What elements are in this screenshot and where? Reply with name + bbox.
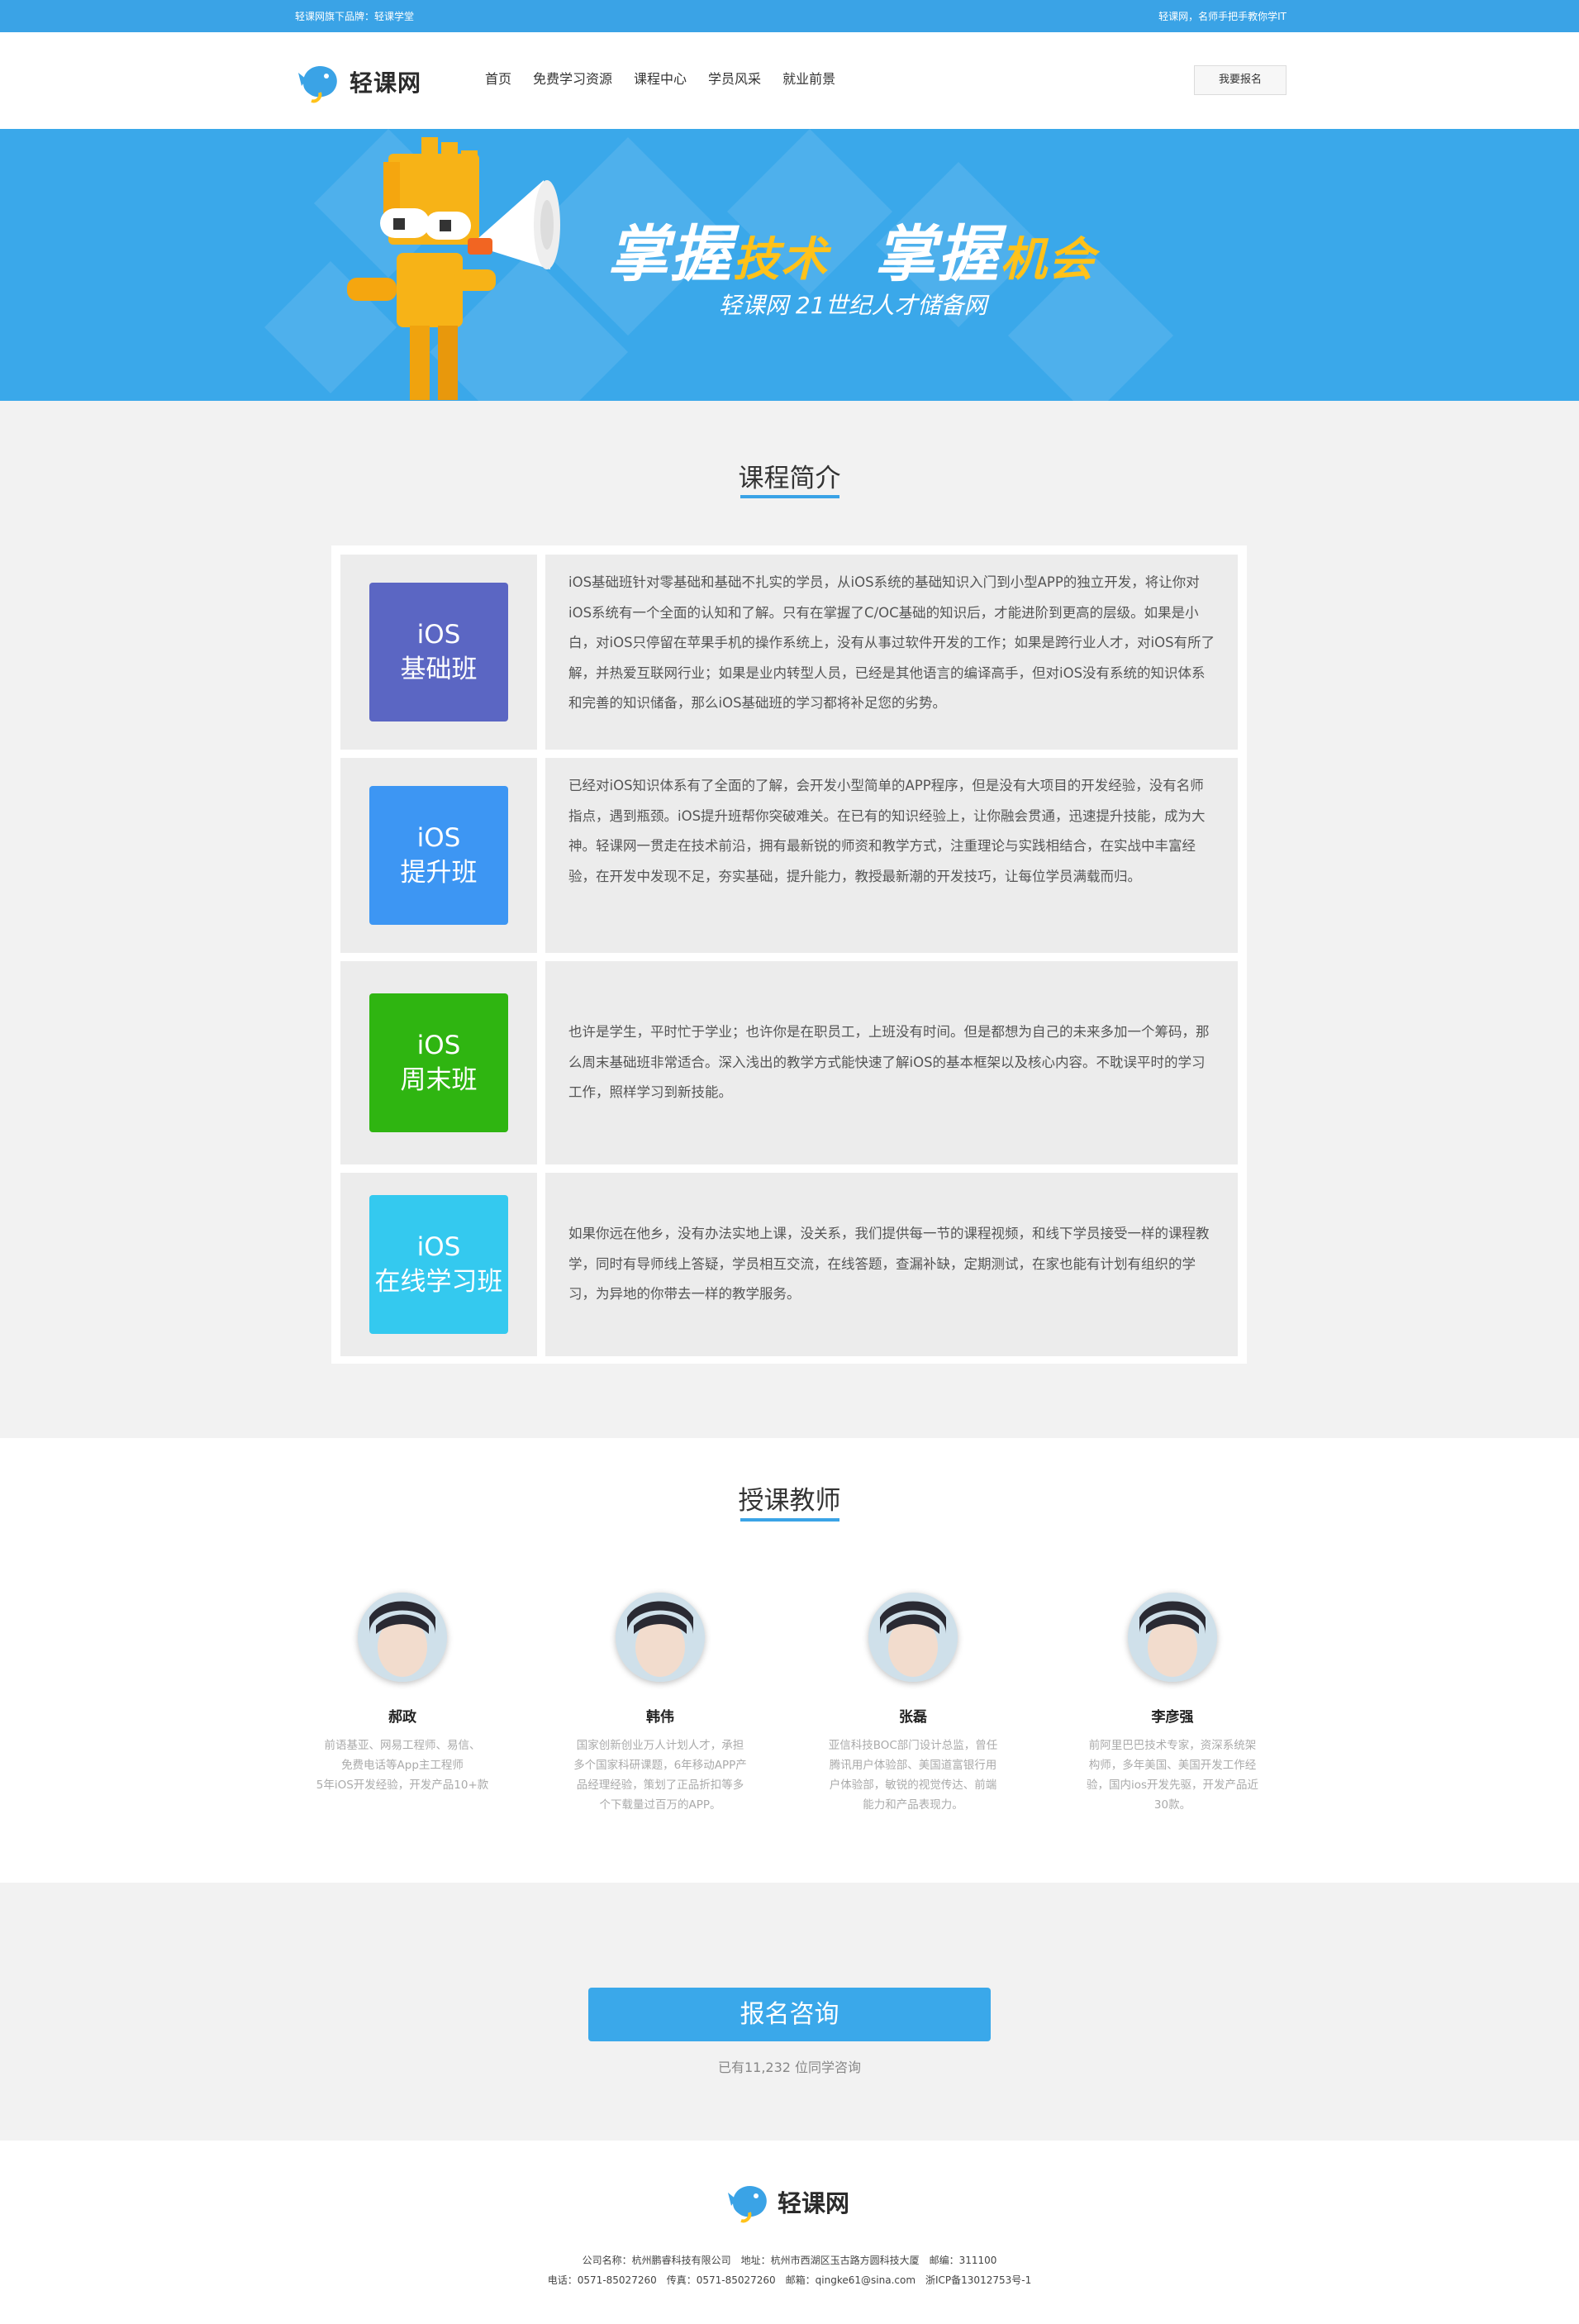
teacher-bio-line: 构师，多年美国、美国开发工作经 — [1088, 1759, 1257, 1772]
teacher-avatar — [616, 1593, 705, 1682]
teacher-bio: 国家创新创业万人计划人才，承担 多个国家科研课题，6年移动APP产 品经理经验，… — [561, 1736, 759, 1815]
teacher-bio-line: 5年iOS开发经验，开发产品10+款 — [316, 1779, 489, 1792]
site-header: 轻课网 首页 免费学习资源 课程中心 学员风采 就业前景 我要报名 — [0, 32, 1579, 129]
course-row: iOS 在线学习班 如果你远在他乡，没有办法实地上课，没关系，我们提供每一节的课… — [340, 1173, 1238, 1356]
course-badge-weekend[interactable]: iOS 周末班 — [369, 993, 508, 1132]
slogan-part-4: 机会 — [1000, 233, 1096, 287]
teachers-title: 授课教师 — [738, 1486, 841, 1516]
teacher-bio-line: 验，国内ios开发先驱，开发产品近 — [1086, 1779, 1259, 1792]
site-footer: 轻课网 公司名称：杭州鹏睿科技有限公司 地址：杭州市西湖区玉古路方圆科技大厦 邮… — [0, 2141, 1579, 2324]
course-badge-cell: iOS 在线学习班 — [340, 1173, 537, 1356]
course-badge-line1: iOS — [416, 823, 461, 853]
nav-item-free-resources[interactable]: 免费学习资源 — [533, 68, 612, 88]
course-badge-line2: 周末班 — [400, 1065, 478, 1095]
banner-subtitle: 轻课网 21世纪人才储备网 — [719, 292, 987, 319]
course-badge-cell: iOS 提升班 — [340, 758, 537, 953]
topbar-slogan-text: 轻课网，名师手把手教你学IT — [1158, 11, 1287, 22]
site-logo[interactable]: 轻课网 — [295, 55, 421, 108]
slogan-part-3: 掌握 — [874, 219, 1001, 290]
teacher-bio: 亚信科技BOC部门设计总监，曾任 腾讯用户体验部、美国道富银行用 户体验部，敏锐… — [814, 1736, 1012, 1815]
teacher-card[interactable]: 郝政 前语基亚、网易工程师、易信、 免费电话等App主工程师 5年iOS开发经验… — [303, 1593, 502, 1795]
course-desc-cell: iOS基础班针对零基础和基础不扎实的学员，从iOS系统的基础知识入门到小型APP… — [545, 555, 1238, 750]
course-row: iOS 提升班 已经对iOS知识体系有了全面的了解，会开发小型简单的APP程序，… — [340, 758, 1238, 953]
nav-item-courses[interactable]: 课程中心 — [634, 68, 687, 88]
course-badge-line2: 基础班 — [400, 655, 478, 684]
whale-logo-icon — [298, 66, 337, 103]
teacher-bio: 前语基亚、网易工程师、易信、 免费电话等App主工程师 5年iOS开发经验，开发… — [303, 1736, 502, 1795]
course-description: 如果你远在他乡，没有办法实地上课，没关系，我们提供每一节的课程视频，和线下学员接… — [568, 1226, 1210, 1302]
teacher-avatar — [868, 1593, 958, 1682]
teachers-section: 授课教师 郝政 前语基亚、网易工程师、易信、 免费电话等App主工程师 5年iO… — [0, 1438, 1579, 1883]
footer-company-info: 公司名称：杭州鹏睿科技有限公司 地址：杭州市西湖区玉古路方圆科技大厦 邮编：31… — [582, 2255, 997, 2266]
teacher-name: 郝政 — [388, 1709, 416, 1726]
teacher-bio-line: 亚信科技BOC部门设计总监，曾任 — [828, 1739, 998, 1752]
consult-button[interactable]: 报名咨询 — [588, 1988, 991, 2041]
nav-item-home[interactable]: 首页 — [485, 68, 511, 88]
course-badge-cell: iOS 基础班 — [340, 555, 537, 750]
teacher-bio: 前阿里巴巴技术专家，资深系统架 构师，多年美国、美国开发工作经 验，国内ios开… — [1073, 1736, 1272, 1815]
teachers-underline — [740, 1518, 839, 1522]
logo-text: 轻课网 — [350, 69, 422, 97]
slogan-part-1: 掌握 — [607, 219, 733, 290]
course-row: iOS 基础班 iOS基础班针对零基础和基础不扎实的学员，从iOS系统的基础知识… — [340, 555, 1238, 750]
teacher-bio-line: 腾讯用户体验部、美国道富银行用 — [829, 1759, 997, 1772]
course-badge-line2: 提升班 — [400, 858, 478, 888]
teacher-name: 张磊 — [899, 1709, 927, 1726]
course-description: iOS基础班针对零基础和基础不扎实的学员，从iOS系统的基础知识入门到小型APP… — [568, 574, 1215, 711]
teacher-bio-line: 多个国家科研课题，6年移动APP产 — [573, 1759, 747, 1772]
footer-logo-text: 轻课网 — [778, 2189, 850, 2217]
course-badge-basic[interactable]: iOS 基础班 — [369, 583, 508, 721]
course-desc-cell: 如果你远在他乡，没有办法实地上课，没关系，我们提供每一节的课程视频，和线下学员接… — [545, 1173, 1238, 1356]
course-description: 也许是学生，平时忙于学业；也许你是在职员工，上班没有时间。但是都想为自己的未来多… — [568, 1024, 1210, 1100]
footer-contact-info: 电话：0571-85027260 传真：0571-85027260 邮箱：qin… — [547, 2274, 1032, 2286]
consult-section: 报名咨询 已有11,232 位同学咨询 — [0, 1883, 1579, 2141]
whale-logo-icon — [728, 2186, 767, 2223]
course-intro-underline — [740, 495, 839, 498]
teacher-avatar — [358, 1593, 447, 1682]
course-badge-cell: iOS 周末班 — [340, 961, 537, 1164]
teacher-bio-line: 能力和产品表现力。 — [863, 1798, 963, 1812]
course-badge-line1: iOS — [416, 1232, 461, 1262]
mascot-illustration — [347, 137, 560, 400]
course-badge-line1: iOS — [416, 620, 461, 650]
nav-item-students[interactable]: 学员风采 — [708, 68, 761, 88]
teacher-card[interactable]: 张磊 亚信科技BOC部门设计总监，曾任 腾讯用户体验部、美国道富银行用 户体验部… — [814, 1593, 1012, 1815]
course-desc-cell: 也许是学生，平时忙于学业；也许你是在职员工，上班没有时间。但是都想为自己的未来多… — [545, 961, 1238, 1164]
teacher-card[interactable]: 李彦强 前阿里巴巴技术专家，资深系统架 构师，多年美国、美国开发工作经 验，国内… — [1073, 1593, 1272, 1815]
course-badge-online[interactable]: iOS 在线学习班 — [369, 1195, 508, 1334]
topbar-brand-text: 轻课网旗下品牌：轻课学堂 — [295, 11, 415, 22]
teacher-bio-line: 前语基亚、网易工程师、易信、 — [324, 1739, 481, 1752]
teacher-bio-line: 户体验部，敏锐的视觉传达、前端 — [829, 1779, 997, 1792]
main-nav: 首页 免费学习资源 课程中心 学员风采 就业前景 — [485, 68, 857, 88]
banner-slogan: 掌握技术 掌握机会 — [607, 205, 1096, 293]
teacher-name: 李彦强 — [1151, 1709, 1194, 1726]
slogan-part-2: 技术 — [733, 233, 829, 287]
teacher-bio-line: 免费电话等App主工程师 — [341, 1759, 464, 1772]
course-badge-line1: iOS — [416, 1031, 461, 1060]
footer-logo[interactable]: 轻课网 — [725, 2178, 849, 2226]
teacher-bio-line: 前阿里巴巴技术专家，资深系统架 — [1088, 1739, 1257, 1752]
enroll-button[interactable]: 我要报名 — [1194, 65, 1287, 95]
consult-count-note: 已有11,232 位同学咨询 — [717, 2060, 862, 2075]
teacher-avatar — [1128, 1593, 1217, 1682]
course-intro-section: 课程简介 iOS 基础班 iOS基础班针对零基础和基础不扎实的学员，从iOS系统… — [0, 401, 1579, 1438]
course-row: iOS 周末班 也许是学生，平时忙于学业；也许你是在职员工，上班没有时间。但是都… — [340, 961, 1238, 1164]
teacher-bio-line: 个下载量过百万的APP。 — [599, 1798, 721, 1812]
teacher-bio-line: 30款。 — [1153, 1798, 1191, 1812]
course-desc-cell: 已经对iOS知识体系有了全面的了解，会开发小型简单的APP程序，但是没有大项目的… — [545, 758, 1238, 953]
course-description: 已经对iOS知识体系有了全面的了解，会开发小型简单的APP程序，但是没有大项目的… — [568, 778, 1206, 884]
hero-banner: 掌握技术 掌握机会 轻课网 21世纪人才储备网 — [0, 129, 1579, 401]
teacher-bio-line: 品经理经验，策划了正品折扣等多 — [576, 1779, 744, 1792]
course-intro-title: 课程简介 — [738, 464, 841, 493]
course-list: iOS 基础班 iOS基础班针对零基础和基础不扎实的学员，从iOS系统的基础知识… — [331, 545, 1247, 1364]
course-badge-line2: 在线学习班 — [374, 1267, 503, 1297]
top-bar: 轻课网旗下品牌：轻课学堂 轻课网，名师手把手教你学IT — [0, 0, 1579, 32]
teacher-bio-line: 国家创新创业万人计划人才，承担 — [576, 1739, 744, 1752]
teacher-card[interactable]: 韩伟 国家创新创业万人计划人才，承担 多个国家科研课题，6年移动APP产 品经理… — [561, 1593, 759, 1815]
nav-item-career[interactable]: 就业前景 — [782, 68, 835, 88]
course-badge-advanced[interactable]: iOS 提升班 — [369, 786, 508, 925]
teacher-name: 韩伟 — [646, 1709, 674, 1726]
